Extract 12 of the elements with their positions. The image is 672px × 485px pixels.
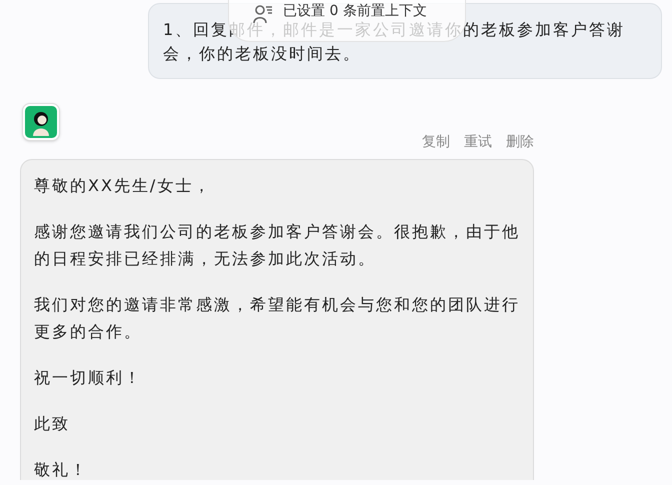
context-label: 已设置 0 条前置上下文 [283,4,427,18]
user-list-icon [253,4,273,24]
message-paragraph: 祝一切顺利！ [34,367,143,389]
action-link[interactable]: 删除 [506,132,534,153]
message-paragraph: 尊敬的XX先生/女士， [34,175,212,197]
message-paragraph: 我们对您的邀请非常感激，希望能有机会与您和您的团队进行更多的合作。 [34,294,520,343]
action-link[interactable]: 复制 [422,132,450,153]
action-link[interactable]: 重试 [464,132,492,153]
message-paragraph: 此致 [34,413,71,435]
message-paragraph: 感谢您邀请我们公司的老板参加客户答谢会。很抱歉，由于他的日程安排已经排满，无法参加此次活动。 [34,221,520,270]
assistant-avatar [22,103,60,141]
message-paragraph: 敬礼！ [34,459,89,480]
